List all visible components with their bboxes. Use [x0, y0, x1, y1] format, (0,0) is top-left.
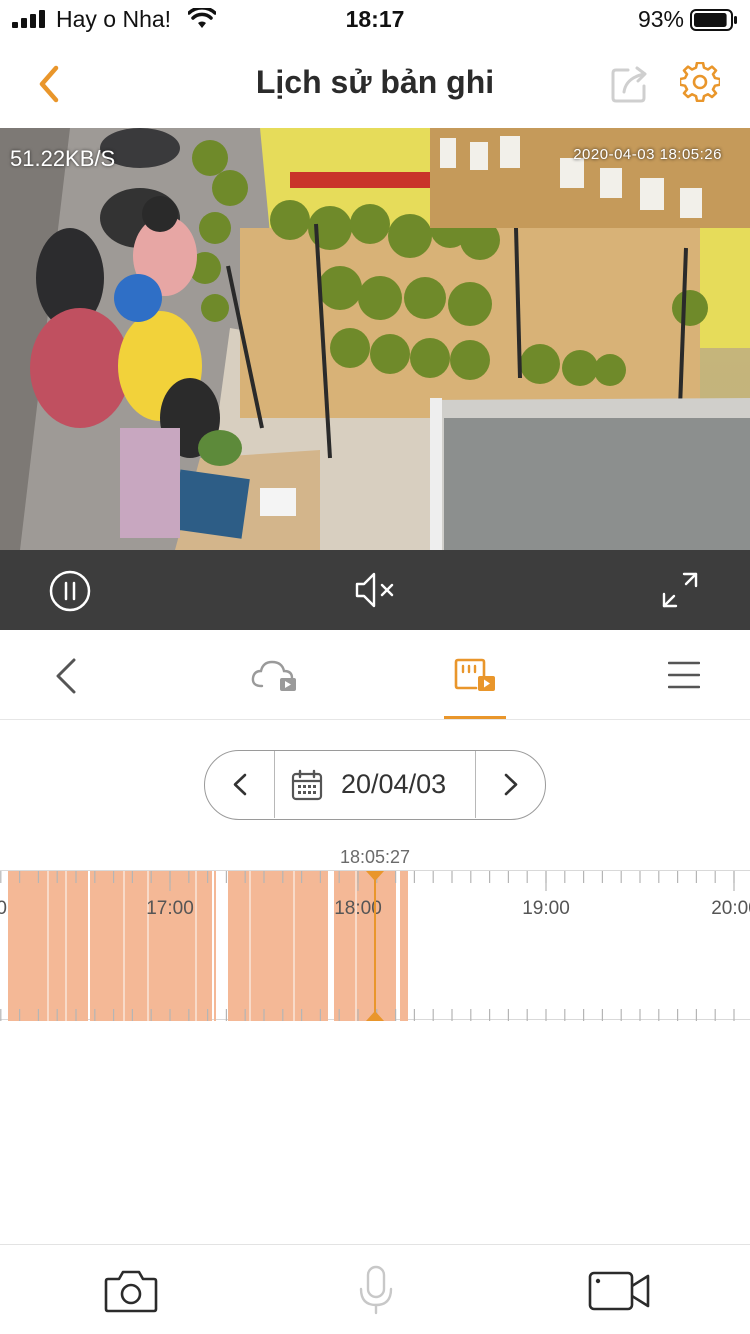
bottom-toolbar [0, 1244, 750, 1334]
pause-icon[interactable] [49, 570, 91, 612]
microphone-icon[interactable] [358, 1265, 394, 1315]
previous-day-button[interactable] [205, 751, 275, 818]
sd-card-video-icon[interactable] [454, 658, 496, 692]
hamburger-icon[interactable] [668, 660, 700, 690]
next-day-button[interactable] [475, 751, 545, 818]
timeline-tick-label: 20:00 [711, 898, 750, 919]
video-camera-icon[interactable] [588, 1269, 652, 1313]
active-tab-indicator [444, 716, 506, 719]
timeline-tick-label: 19:00 [522, 898, 570, 919]
camera-icon[interactable] [104, 1269, 158, 1313]
timeline-track: 0 17:00 18:00 19:00 20:00 [0, 871, 750, 1021]
nav-header: Lịch sử bản ghi [0, 44, 750, 124]
recorded-segment [228, 871, 328, 1021]
cloud-video-icon[interactable] [250, 658, 298, 692]
timeline-tick-label: 17:00 [146, 898, 194, 919]
timeline-tick-label: 0 [0, 898, 7, 919]
playback-timeline[interactable]: 0 17:00 18:00 19:00 20:00 [0, 870, 750, 1021]
source-tab-bar [0, 630, 750, 720]
recorded-segment [214, 871, 216, 1021]
date-selector: 20/04/03 [204, 750, 546, 820]
gear-icon[interactable] [680, 62, 720, 102]
camera-feed-image [0, 128, 750, 550]
status-bar: Hay o Nha! 18:17 93% [0, 0, 750, 40]
chevron-left-icon [233, 773, 247, 796]
video-bitrate: 51.22KB/S [10, 146, 116, 171]
video-timestamp: 2020-04-03 18:05:26 [573, 146, 722, 163]
recorded-segment [334, 871, 396, 1021]
share-icon[interactable] [608, 62, 652, 106]
playback-control-bar [0, 550, 750, 630]
recorded-segments [8, 871, 408, 1021]
battery-percent: 93% [637, 6, 684, 32]
video-player[interactable]: 51.22KB/S 2020-04-03 18:05:26 [0, 128, 750, 550]
timeline-cursor-time: 18:05:27 [339, 847, 411, 867]
calendar-icon[interactable] [291, 769, 323, 801]
recorded-segment [400, 871, 408, 1021]
speaker-muted-icon[interactable] [354, 570, 398, 610]
battery-icon [690, 9, 737, 31]
recorded-segment [90, 871, 212, 1021]
chevron-right-icon [504, 773, 518, 796]
selected-date[interactable]: 20/04/03 [341, 769, 446, 800]
fullscreen-icon[interactable] [662, 572, 698, 608]
chevron-left-icon[interactable] [52, 658, 80, 694]
